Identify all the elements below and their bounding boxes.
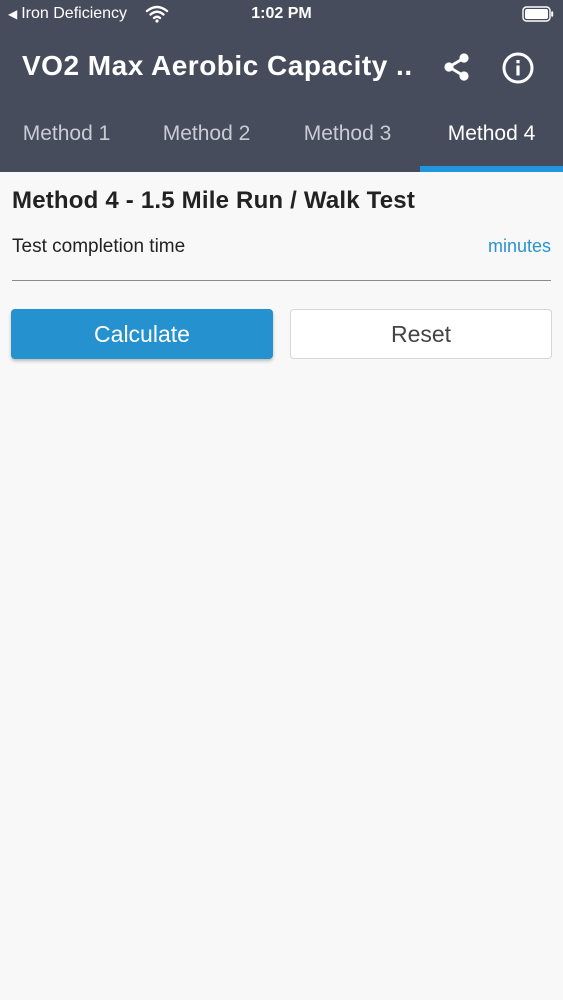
completion-time-field[interactable]: Test completion time minutes bbox=[12, 234, 551, 281]
tab-method-3[interactable]: Method 3 bbox=[281, 100, 414, 172]
tab-label: Method 1 bbox=[22, 122, 111, 145]
method-title: Method 4 - 1.5 Mile Run / Walk Test bbox=[12, 187, 416, 214]
share-icon bbox=[444, 53, 469, 81]
tab-label: Method 3 bbox=[303, 122, 392, 145]
status-bar: ◀ Iron Deficiency 1:02 PM bbox=[0, 0, 563, 30]
tab-method-1[interactable]: Method 1 bbox=[0, 100, 133, 172]
app-header: ◀ Iron Deficiency 1:02 PM VO2 Max Aerobi… bbox=[0, 0, 563, 172]
battery-icon bbox=[522, 6, 554, 22]
info-button[interactable] bbox=[497, 47, 539, 89]
status-time: 1:02 PM bbox=[251, 5, 312, 22]
method-tabs: Method 1 Method 2 Method 3 Method 4 bbox=[0, 100, 563, 172]
calculate-button[interactable]: Calculate bbox=[11, 309, 273, 359]
tab-method-2[interactable]: Method 2 bbox=[140, 100, 273, 172]
minutes-unit-label: minutes bbox=[487, 236, 551, 256]
tab-label: Method 2 bbox=[162, 122, 251, 145]
completion-time-label: Test completion time bbox=[12, 236, 186, 257]
info-icon bbox=[502, 52, 534, 84]
active-tab-indicator bbox=[420, 166, 563, 172]
share-button[interactable] bbox=[437, 47, 477, 87]
app-title: VO2 Max Aerobic Capacity ... bbox=[22, 50, 412, 81]
tab-method-4[interactable]: Method 4 bbox=[420, 100, 563, 172]
tab-label: Method 4 bbox=[447, 122, 536, 145]
reset-button[interactable]: Reset bbox=[290, 309, 552, 359]
